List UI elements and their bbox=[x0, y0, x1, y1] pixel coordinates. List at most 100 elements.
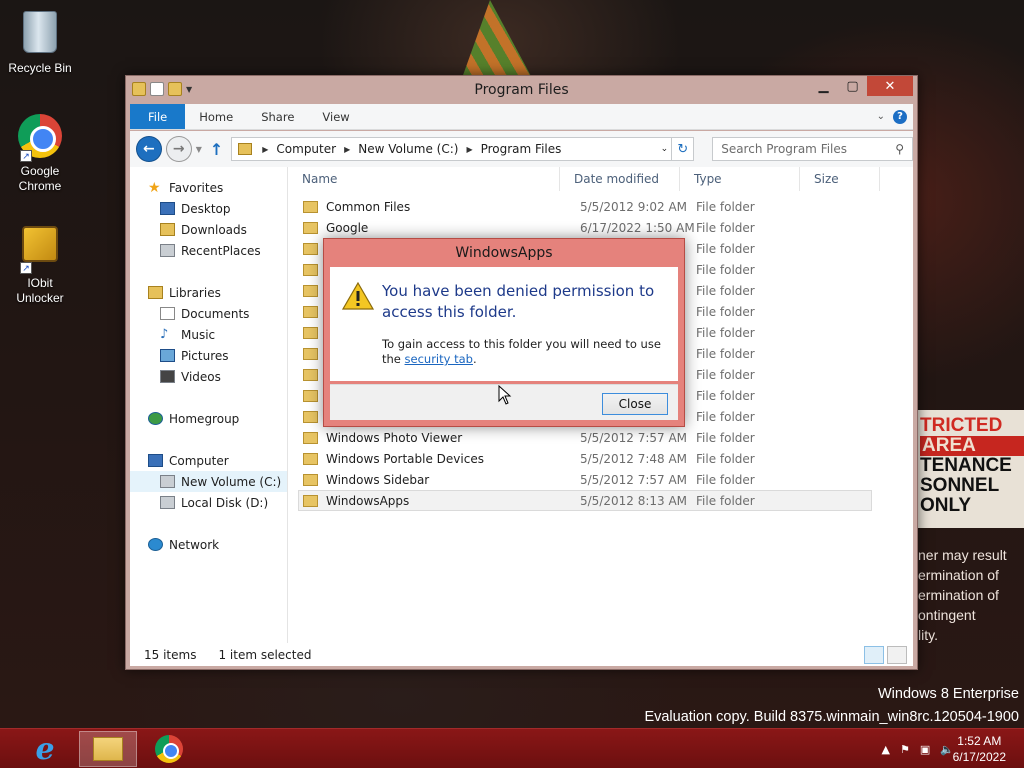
warning-line: lity. bbox=[918, 627, 938, 643]
maximize-button[interactable]: ▢ bbox=[838, 76, 867, 96]
desktop-icon-recycle-bin[interactable]: Recycle Bin bbox=[0, 8, 80, 76]
window-titlebar[interactable]: ▼ Program Files ▁ ▢ ✕ bbox=[126, 76, 917, 104]
nav-item-music[interactable]: ♪ Music bbox=[130, 324, 287, 345]
nav-homegroup[interactable]: Homegroup bbox=[130, 408, 287, 429]
file-type: File folder bbox=[696, 430, 755, 445]
navigation-pane[interactable]: ★ Favorites Desktop Downloads RecentPlac… bbox=[130, 167, 288, 643]
taskbar-chrome[interactable] bbox=[140, 731, 198, 767]
file-type: File folder bbox=[696, 367, 755, 382]
chrome-icon bbox=[155, 735, 183, 763]
tab-home[interactable]: Home bbox=[185, 104, 247, 129]
column-header-type[interactable]: Type bbox=[680, 167, 800, 191]
documents-icon bbox=[160, 307, 175, 320]
recent-locations-icon[interactable]: ▼ bbox=[196, 145, 202, 154]
help-icon[interactable]: ? bbox=[893, 109, 907, 124]
taskbar-clock[interactable]: 1:52 AM 6/17/2022 bbox=[953, 733, 1006, 765]
folder-icon bbox=[303, 389, 318, 402]
tab-share[interactable]: Share bbox=[247, 104, 308, 129]
back-button[interactable]: ← bbox=[136, 136, 162, 162]
security-tab-link[interactable]: security tab bbox=[405, 352, 473, 366]
file-type: File folder bbox=[696, 409, 755, 424]
nav-item-pictures[interactable]: Pictures bbox=[130, 345, 287, 366]
star-icon: ★ bbox=[148, 179, 161, 196]
table-row[interactable]: Windows Photo Viewer 5/5/2012 7:57 AM File… bbox=[298, 427, 872, 448]
window-title: Program Files bbox=[474, 82, 569, 98]
column-header-date-modified[interactable]: Date modified bbox=[560, 167, 680, 191]
nav-libraries[interactable]: Libraries bbox=[130, 282, 287, 303]
address-bar[interactable]: ▶ Computer ▶ New Volume (C:) ▶ Program F… bbox=[231, 137, 673, 161]
nav-item-desktop[interactable]: Desktop bbox=[130, 198, 287, 219]
table-row[interactable]: Windows Sidebar 5/5/2012 7:57 AM File fold… bbox=[298, 469, 872, 490]
expand-ribbon-icon[interactable]: ⌄ bbox=[877, 111, 885, 122]
nav-item-videos[interactable]: Videos bbox=[130, 366, 287, 387]
navigation-bar: ← → ▼ ↑ ▶ Computer ▶ New Volume (C:) ▶ P… bbox=[130, 131, 913, 167]
nav-computer[interactable]: Computer bbox=[130, 450, 287, 471]
table-row[interactable]: Common Files 5/5/2012 9:02 AM File folder bbox=[298, 196, 872, 217]
file-name: Google bbox=[326, 220, 369, 235]
file-explorer-icon bbox=[93, 737, 123, 761]
breadcrumb-program-files[interactable]: Program Files bbox=[477, 142, 566, 156]
close-window-button[interactable]: ✕ bbox=[867, 76, 913, 96]
warning-line: ontingent bbox=[918, 607, 976, 623]
shortcut-arrow-icon: ↗ bbox=[20, 262, 32, 274]
file-type: File folder bbox=[696, 283, 755, 298]
file-date: 5/5/2012 9:02 AM bbox=[580, 199, 688, 214]
nav-item-recentplaces[interactable]: RecentPlaces bbox=[130, 240, 287, 261]
dialog-close-button[interactable]: Close bbox=[602, 393, 668, 415]
refresh-button[interactable]: ↻ bbox=[672, 137, 695, 161]
forward-button[interactable]: → bbox=[165, 136, 192, 162]
folder-icon bbox=[303, 305, 318, 318]
up-button[interactable]: ↑ bbox=[210, 140, 223, 159]
sign-line: TENANCE bbox=[920, 455, 1012, 476]
tab-file[interactable]: File bbox=[130, 104, 186, 129]
action-center-flag-icon[interactable]: ⚑ bbox=[900, 743, 910, 756]
search-input[interactable]: Search Program Files ⚲ bbox=[712, 137, 913, 161]
table-row[interactable]: WindowsApps 5/5/2012 8:13 AM File folder bbox=[298, 490, 872, 511]
nav-favorites[interactable]: ★ Favorites bbox=[130, 177, 287, 198]
desktop-icon-label: IObit Unlocker bbox=[16, 276, 64, 305]
nav-item-local-disk-d[interactable]: Local Disk (D:) bbox=[130, 492, 287, 513]
desktop-icon-google-chrome[interactable]: ↗ Google Chrome bbox=[0, 112, 80, 194]
file-type: File folder bbox=[696, 472, 755, 487]
minimize-button[interactable]: ▁ bbox=[809, 76, 838, 96]
nav-item-documents[interactable]: Documents bbox=[130, 303, 287, 324]
nav-item-new-volume-c[interactable]: New Volume (C:) bbox=[130, 471, 287, 492]
nav-label: Downloads bbox=[181, 222, 247, 237]
taskbar-internet-explorer[interactable]: e bbox=[16, 731, 74, 767]
nav-label: Local Disk (D:) bbox=[181, 495, 269, 510]
breadcrumb-computer[interactable]: Computer bbox=[272, 142, 340, 156]
clock-date: 6/17/2022 bbox=[952, 750, 1006, 764]
desktop-icon-label: Google Chrome bbox=[18, 164, 62, 193]
nav-item-downloads[interactable]: Downloads bbox=[130, 219, 287, 240]
chevron-right-icon[interactable]: ▶ bbox=[258, 145, 272, 154]
chevron-down-icon[interactable]: ⌄ bbox=[657, 144, 671, 154]
column-header-size[interactable]: Size bbox=[800, 167, 880, 191]
sign-line: TRICTED bbox=[920, 415, 1003, 436]
show-hidden-icons-icon[interactable]: ▲ bbox=[882, 743, 890, 756]
search-placeholder: Search Program Files bbox=[721, 142, 848, 156]
table-row[interactable]: Google 6/17/2022 1:50 AM File folder bbox=[298, 217, 872, 238]
videos-icon bbox=[160, 370, 175, 383]
file-name: Common Files bbox=[326, 199, 411, 214]
desktop-icon bbox=[160, 202, 175, 215]
details-view-button[interactable] bbox=[864, 645, 884, 664]
status-selection: 1 item selected bbox=[218, 647, 312, 662]
nav-network[interactable]: Network bbox=[130, 534, 287, 555]
chevron-right-icon[interactable]: ▶ bbox=[340, 145, 354, 154]
desktop-icon-label: Recycle Bin bbox=[8, 61, 72, 75]
warning-line: ner may result bbox=[918, 547, 1007, 563]
desktop-icon-iobit-unlocker[interactable]: ↗ IObit Unlocker bbox=[0, 218, 80, 306]
watermark-edition: Windows 8 Enterprise bbox=[877, 686, 1019, 702]
large-icons-view-button[interactable] bbox=[887, 645, 907, 664]
drive-icon bbox=[160, 496, 175, 509]
file-type: File folder bbox=[696, 493, 755, 508]
breadcrumb-new-volume[interactable]: New Volume (C:) bbox=[354, 142, 462, 156]
tab-view[interactable]: View bbox=[308, 104, 363, 129]
network-status-icon[interactable]: ▣ bbox=[920, 743, 930, 756]
taskbar-file-explorer[interactable] bbox=[79, 731, 137, 767]
search-icon[interactable]: ⚲ bbox=[895, 142, 904, 156]
column-header-name[interactable]: Name bbox=[288, 167, 560, 191]
chevron-right-icon[interactable]: ▶ bbox=[462, 145, 476, 154]
wallpaper-warning-text: ner may result ermination of ermination … bbox=[918, 545, 1024, 645]
table-row[interactable]: Windows Portable Devices 5/5/2012 7:48 AM… bbox=[298, 448, 872, 469]
